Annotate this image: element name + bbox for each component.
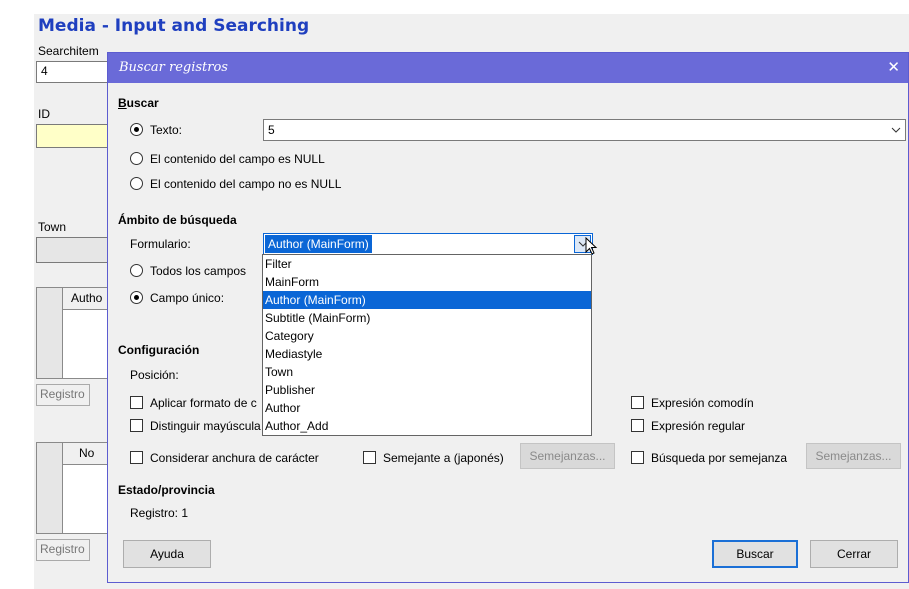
semejanzas-button-1[interactable]: Semejanzas... (520, 443, 615, 469)
searchitem-input[interactable]: 4 (36, 61, 108, 83)
chevron-down-icon[interactable] (887, 121, 904, 139)
radio-todos[interactable] (130, 264, 143, 277)
checkbox-distinguir[interactable] (130, 419, 143, 432)
regular-label[interactable]: Expresión regular (651, 419, 745, 433)
checkbox-comodin[interactable] (631, 396, 644, 409)
busqueda-semejanza-label[interactable]: Búsqueda por semejanza (651, 451, 787, 465)
checkbox-aplicar-formato[interactable] (130, 396, 143, 409)
dropdown-option[interactable]: Mediastyle (263, 345, 591, 363)
section-config: Configuración (118, 343, 200, 357)
distinguir-label[interactable]: Distinguir mayúscula (150, 419, 261, 433)
dropdown-option[interactable]: Author_Add (263, 417, 591, 435)
dialog-title: Buscar registros (119, 60, 228, 75)
checkbox-semejante[interactable] (363, 451, 376, 464)
registro-status: Registro: 1 (130, 506, 189, 520)
no-grid[interactable]: No (36, 442, 108, 534)
author-grid[interactable]: Autho (36, 287, 108, 379)
section-ambito: Ámbito de búsqueda (118, 213, 237, 227)
form-select-value[interactable]: Author (MainForm) (265, 235, 372, 253)
close-button[interactable]: Cerrar (810, 540, 898, 568)
aplicar-formato-label[interactable]: Aplicar formato de c (150, 396, 257, 410)
dropdown-option[interactable]: Author (MainForm) (263, 291, 591, 309)
grid-row-header (37, 443, 63, 533)
formulario-label: Formulario: (130, 237, 191, 251)
form-dropdown-list[interactable]: Filter MainForm Author (MainForm) Subtitle … (262, 254, 592, 436)
id-field[interactable] (36, 124, 108, 148)
grid-column-header[interactable]: Autho (71, 291, 102, 305)
radio-null[interactable] (130, 152, 143, 165)
searchitem-label: Searchitem (38, 44, 99, 58)
help-button[interactable]: Ayuda (123, 540, 211, 568)
section-buscar: Buscar (118, 96, 159, 110)
checkbox-busqueda-semejanza[interactable] (631, 451, 644, 464)
semejanzas-button-2[interactable]: Semejanzas... (806, 443, 901, 469)
dropdown-option[interactable]: Filter (263, 255, 591, 273)
todos-label[interactable]: Todos los campos (150, 264, 246, 278)
form-title: Media - Input and Searching (38, 16, 310, 36)
close-icon[interactable]: ✕ (887, 58, 900, 76)
checkbox-regular[interactable] (631, 419, 644, 432)
radio-campo-unico[interactable] (130, 291, 143, 304)
dropdown-option[interactable]: MainForm (263, 273, 591, 291)
form-select[interactable]: Author (MainForm) (263, 233, 593, 255)
dropdown-option[interactable]: Publisher (263, 381, 591, 399)
checkbox-anchura[interactable] (130, 451, 143, 464)
texto-label: Texto: (150, 123, 183, 137)
dialog-titlebar[interactable]: Buscar registros ✕ (108, 53, 908, 83)
search-text-combobox[interactable]: 5 (263, 119, 906, 141)
grid-row-header (37, 288, 63, 378)
comodin-label[interactable]: Expresión comodín (651, 396, 754, 410)
null-label[interactable]: El contenido del campo es NULL (150, 152, 325, 166)
search-text-value[interactable]: 5 (268, 123, 275, 137)
anchura-label[interactable]: Considerar anchura de carácter (150, 451, 319, 465)
id-label: ID (38, 107, 50, 121)
radio-not-null[interactable] (130, 177, 143, 190)
section-estado: Estado/provincia (118, 483, 215, 497)
not-null-label[interactable]: El contenido del campo no es NULL (150, 177, 341, 191)
town-field[interactable] (36, 237, 108, 263)
record-navigator-label: Registro (36, 384, 90, 406)
dropdown-option[interactable]: Subtitle (MainForm) (263, 309, 591, 327)
grid-column-header[interactable]: No (79, 446, 94, 460)
dropdown-option[interactable]: Town (263, 363, 591, 381)
radio-texto[interactable] (130, 123, 143, 136)
dropdown-option[interactable]: Category (263, 327, 591, 345)
campo-unico-label[interactable]: Campo único: (150, 291, 224, 305)
record-navigator-label: Registro (36, 539, 90, 561)
search-button[interactable]: Buscar (712, 540, 798, 568)
dropdown-option[interactable]: Author (263, 399, 591, 417)
semejante-label[interactable]: Semejante a (japonés) (383, 451, 504, 465)
posicion-label: Posición: (130, 368, 179, 382)
town-label: Town (38, 220, 67, 234)
